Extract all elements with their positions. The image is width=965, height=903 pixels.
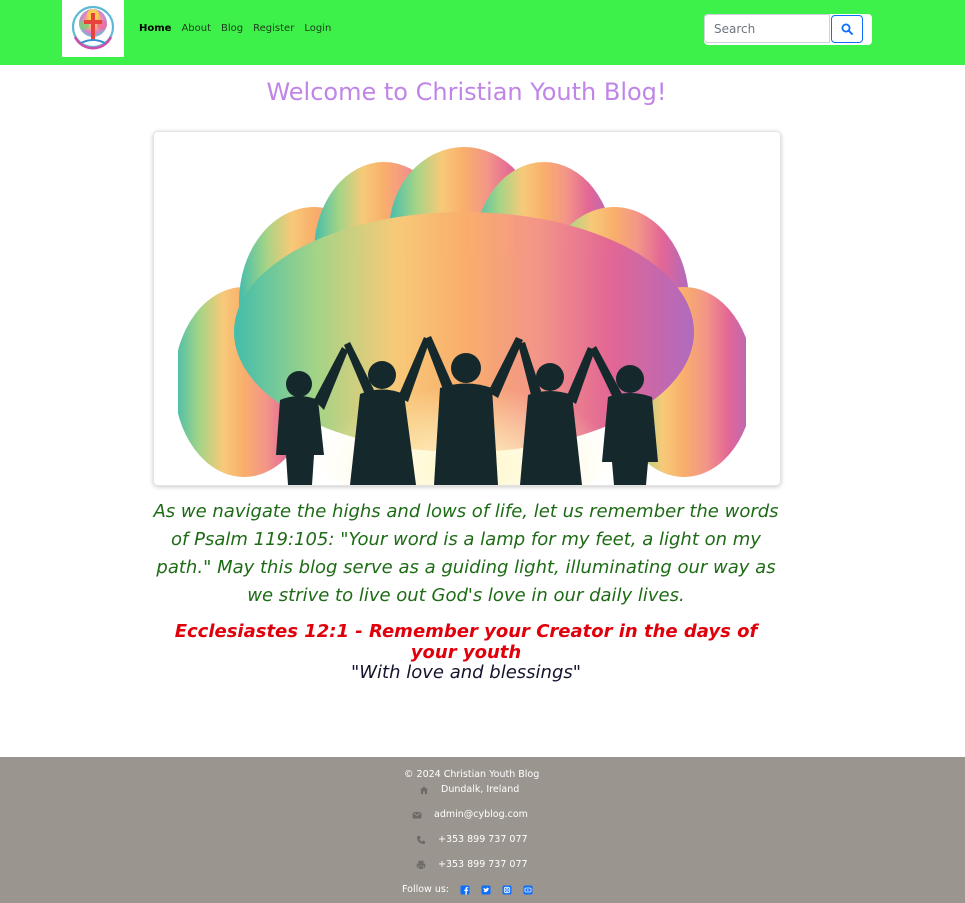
- email-text[interactable]: admin@cyblog.com: [434, 809, 528, 820]
- footer-address: Dundalk, Ireland: [419, 784, 519, 795]
- phone-icon: [417, 835, 425, 844]
- twitter-icon[interactable]: [481, 885, 491, 895]
- footer-email: admin@cyblog.com: [412, 809, 528, 820]
- footer-phone: +353 899 737 077: [416, 834, 528, 845]
- search-button[interactable]: [831, 15, 863, 43]
- facebook-icon[interactable]: [460, 885, 470, 895]
- home-icon: [420, 786, 428, 794]
- footer-follow: Follow us:: [402, 884, 533, 895]
- address-text: Dundalk, Ireland: [441, 784, 520, 795]
- nav-link-register[interactable]: Register: [253, 22, 294, 36]
- nav-link-about[interactable]: About: [181, 22, 211, 36]
- envelope-icon: [412, 811, 422, 818]
- logo-tree-cross-icon: [71, 5, 115, 49]
- hero-image-card: [153, 131, 781, 486]
- instagram-icon[interactable]: [502, 885, 512, 895]
- footer: © 2024 Christian Youth Blog Dundalk, Ire…: [0, 757, 965, 903]
- nav-link-blog[interactable]: Blog: [221, 22, 243, 36]
- page-title: Welcome to Christian Youth Blog!: [266, 78, 667, 106]
- bible-verse: Ecclesiastes 12:1 - Remember your Creato…: [174, 621, 758, 663]
- phone-text: +353 899 737 077: [438, 834, 528, 845]
- footer-fax: +353 899 737 077: [416, 859, 528, 870]
- search-input[interactable]: [704, 14, 830, 43]
- fax-text: +353 899 737 077: [438, 859, 528, 870]
- signoff-text: "With love and blessings": [350, 662, 582, 683]
- navbar: Home About Blog Register Login: [0, 0, 965, 65]
- nav-link-home[interactable]: Home: [139, 22, 171, 36]
- nav-links: Home About Blog Register Login: [139, 22, 341, 36]
- copyright-text: © 2024 Christian Youth Blog: [404, 769, 540, 780]
- youtube-icon[interactable]: [523, 885, 533, 895]
- search-icon: [841, 23, 853, 35]
- hero-image: [154, 132, 780, 485]
- footer-copyright: © 2024 Christian Youth Blog: [404, 769, 539, 780]
- follow-label: Follow us:: [402, 884, 449, 895]
- site-logo[interactable]: [62, 0, 124, 57]
- nav-link-login[interactable]: Login: [304, 22, 331, 36]
- print-icon: [416, 860, 426, 870]
- intro-quote: As we navigate the highs and lows of lif…: [153, 501, 779, 606]
